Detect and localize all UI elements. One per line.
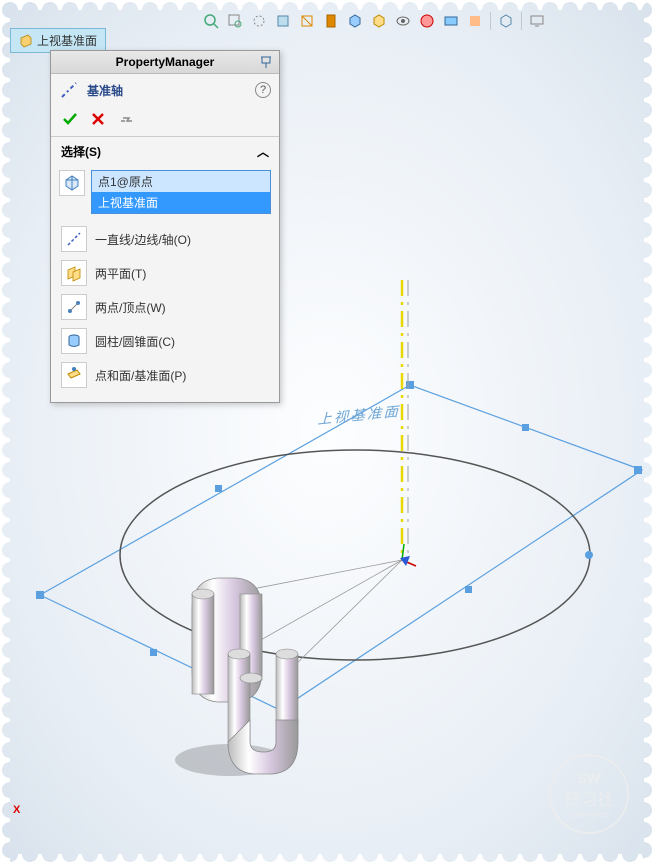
plane-handle[interactable] bbox=[36, 591, 44, 599]
plane-midhandle[interactable] bbox=[522, 424, 529, 431]
option-label: 圆柱/圆锥面(C) bbox=[95, 333, 175, 350]
axis-feature-icon bbox=[59, 80, 79, 100]
plane-midhandle[interactable] bbox=[465, 586, 472, 593]
two-points-icon bbox=[61, 294, 87, 320]
watermark-cn: 研习社 bbox=[565, 786, 613, 810]
construction-line bbox=[286, 560, 402, 674]
origin-axis-indicator: X bbox=[13, 804, 20, 816]
sketch-circle[interactable] bbox=[120, 450, 590, 660]
pin-icon[interactable] bbox=[257, 53, 275, 71]
selection-type-icon[interactable] bbox=[59, 170, 85, 196]
feature-name: 基准轴 bbox=[87, 82, 123, 99]
selection-item[interactable]: 点1@原点 bbox=[92, 171, 270, 192]
option-two-points[interactable]: 两点/顶点(W) bbox=[59, 290, 271, 324]
section-body: 点1@原点 上视基准面 一直线/边线/轴(O) 两平面(T) 两点/顶点(W) … bbox=[51, 166, 279, 402]
section-icon[interactable] bbox=[272, 10, 294, 32]
plane-handle[interactable] bbox=[406, 381, 414, 389]
pushpin-icon[interactable] bbox=[117, 110, 135, 128]
option-point-face[interactable]: 点和面/基准面(P) bbox=[59, 358, 271, 392]
option-label: 两平面(T) bbox=[95, 265, 146, 282]
heads-up-toolbar bbox=[200, 10, 548, 32]
point-face-icon bbox=[61, 362, 87, 388]
monitor-icon[interactable] bbox=[526, 10, 548, 32]
plane-midhandle[interactable] bbox=[215, 485, 222, 492]
separator bbox=[490, 12, 491, 30]
section-header[interactable]: 选择(S) ︿ bbox=[51, 137, 279, 166]
pm-title: PropertyManager bbox=[116, 55, 215, 69]
selection-item[interactable]: 上视基准面 bbox=[92, 192, 270, 213]
chevron-up-icon: ︿ bbox=[257, 143, 269, 160]
option-two-planes[interactable]: 两平面(T) bbox=[59, 256, 271, 290]
option-cylindrical[interactable]: 圆柱/圆锥面(C) bbox=[59, 324, 271, 358]
section2-icon[interactable] bbox=[296, 10, 318, 32]
circle-point[interactable] bbox=[585, 551, 593, 559]
pm-actions bbox=[51, 106, 279, 137]
clip-body[interactable] bbox=[175, 578, 298, 776]
zoom-prev-icon[interactable] bbox=[248, 10, 270, 32]
plane-handle[interactable] bbox=[634, 466, 642, 474]
scene-icon[interactable] bbox=[440, 10, 462, 32]
cancel-button[interactable] bbox=[89, 110, 107, 128]
pm-feature-row: 基准轴 ? bbox=[51, 74, 279, 106]
view-orient-icon[interactable] bbox=[495, 10, 517, 32]
appearance-icon[interactable] bbox=[416, 10, 438, 32]
cube2-icon[interactable] bbox=[368, 10, 390, 32]
option-label: 两点/顶点(W) bbox=[95, 299, 166, 316]
two-planes-icon bbox=[61, 260, 87, 286]
section-label: 选择(S) bbox=[61, 143, 101, 160]
selection-list[interactable]: 点1@原点 上视基准面 bbox=[91, 170, 271, 214]
pm-header: PropertyManager bbox=[51, 51, 279, 74]
plane-midhandle[interactable] bbox=[150, 649, 157, 656]
watermark: SW 研习社 SolidWorks bbox=[549, 754, 629, 834]
option-label: 一直线/边线/轴(O) bbox=[95, 231, 191, 248]
plane-name: 上视基准面 bbox=[37, 32, 97, 49]
option-label: 点和面/基准面(P) bbox=[95, 367, 186, 384]
property-manager-panel: PropertyManager 基准轴 ? 选择(S) ︿ 点1@原点 上视基准… bbox=[50, 50, 280, 403]
plane-icon bbox=[19, 34, 33, 48]
hide-show-icon[interactable] bbox=[392, 10, 414, 32]
zoom-fit-icon[interactable] bbox=[200, 10, 222, 32]
render-icon[interactable] bbox=[464, 10, 486, 32]
origin-marker[interactable] bbox=[400, 544, 416, 566]
watermark-sub: SolidWorks bbox=[569, 810, 609, 819]
line-edge-icon bbox=[61, 226, 87, 252]
cube-icon[interactable] bbox=[344, 10, 366, 32]
ok-button[interactable] bbox=[61, 110, 79, 128]
display-style-icon[interactable] bbox=[320, 10, 342, 32]
plane-outline[interactable] bbox=[40, 385, 642, 710]
option-line-edge-axis[interactable]: 一直线/边线/轴(O) bbox=[59, 222, 271, 256]
help-icon[interactable]: ? bbox=[255, 82, 271, 98]
separator bbox=[521, 12, 522, 30]
cylinder-icon bbox=[61, 328, 87, 354]
zoom-area-icon[interactable] bbox=[224, 10, 246, 32]
selection-row: 点1@原点 上视基准面 bbox=[59, 170, 271, 214]
watermark-sw: SW bbox=[578, 770, 601, 786]
